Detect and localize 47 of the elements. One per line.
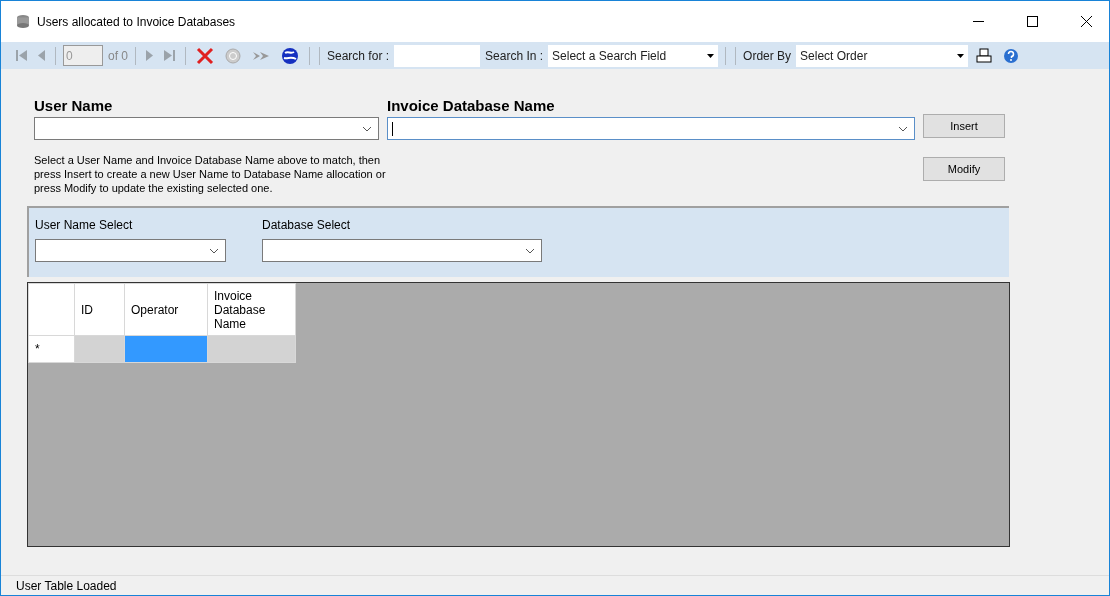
search-for-label: Search for :	[327, 48, 390, 63]
stop-icon	[225, 47, 241, 64]
first-record-icon	[16, 50, 27, 61]
column-header[interactable]: Invoice Database Name	[207, 283, 296, 336]
help-icon	[1003, 47, 1020, 64]
table-cell[interactable]	[124, 335, 208, 363]
dropdown-arrow-icon	[957, 53, 965, 58]
search-in-label: Search In :	[485, 48, 544, 63]
print-icon	[976, 47, 993, 64]
search-field[interactable]	[394, 44, 481, 67]
maximize-icon	[1026, 16, 1038, 27]
database-select-label: Database Select	[262, 218, 352, 232]
database-select-dropdown[interactable]	[262, 239, 542, 262]
previous-icon	[38, 50, 45, 61]
column-header[interactable]: Operator	[124, 283, 208, 336]
stop-button[interactable]	[222, 45, 244, 66]
user-name-dropdown[interactable]	[34, 117, 379, 140]
record-count: of 0	[108, 48, 128, 63]
help-text: Select a User Name and Invoice Database Name above to match, then press Insert to create a new User Name to Database Name allocation or press Modify to update the existing selected one.	[34, 153, 387, 195]
new-row-marker: *	[28, 335, 75, 363]
user-name-select-dropdown[interactable]	[35, 239, 226, 262]
search-field-dropdown[interactable]: Select a Search Field	[548, 44, 719, 67]
insert-button[interactable]: Insert	[923, 114, 1005, 138]
chevron-down-icon	[898, 125, 908, 132]
order-by-label: Order By	[743, 48, 792, 63]
database-icon	[17, 15, 29, 28]
row-header-corner	[28, 283, 75, 336]
dropdown-arrow-icon	[707, 53, 715, 58]
minimize-icon	[972, 21, 984, 22]
modify-button[interactable]: Modify	[923, 157, 1005, 181]
chevron-down-icon	[209, 247, 219, 254]
delete-icon	[196, 46, 214, 65]
chevron-down-icon	[525, 247, 535, 254]
invoice-database-label: Invoice Database Name	[387, 97, 556, 114]
user-name-select-label: User Name Select	[35, 218, 134, 232]
order-dropdown[interactable]: Select Order	[796, 44, 969, 67]
globe-icon	[281, 46, 299, 65]
window-title: Users allocated to Invoice Databases	[37, 14, 237, 29]
close-icon	[1080, 16, 1092, 27]
chevron-down-icon	[362, 125, 372, 132]
column-header[interactable]: ID	[74, 283, 125, 336]
invoice-database-dropdown[interactable]	[387, 117, 915, 140]
status-text: User Table Loaded	[16, 578, 117, 593]
next-icon	[146, 50, 153, 61]
user-name-label: User Name	[34, 97, 114, 114]
table-cell[interactable]	[207, 335, 296, 363]
last-record-icon	[164, 50, 175, 61]
